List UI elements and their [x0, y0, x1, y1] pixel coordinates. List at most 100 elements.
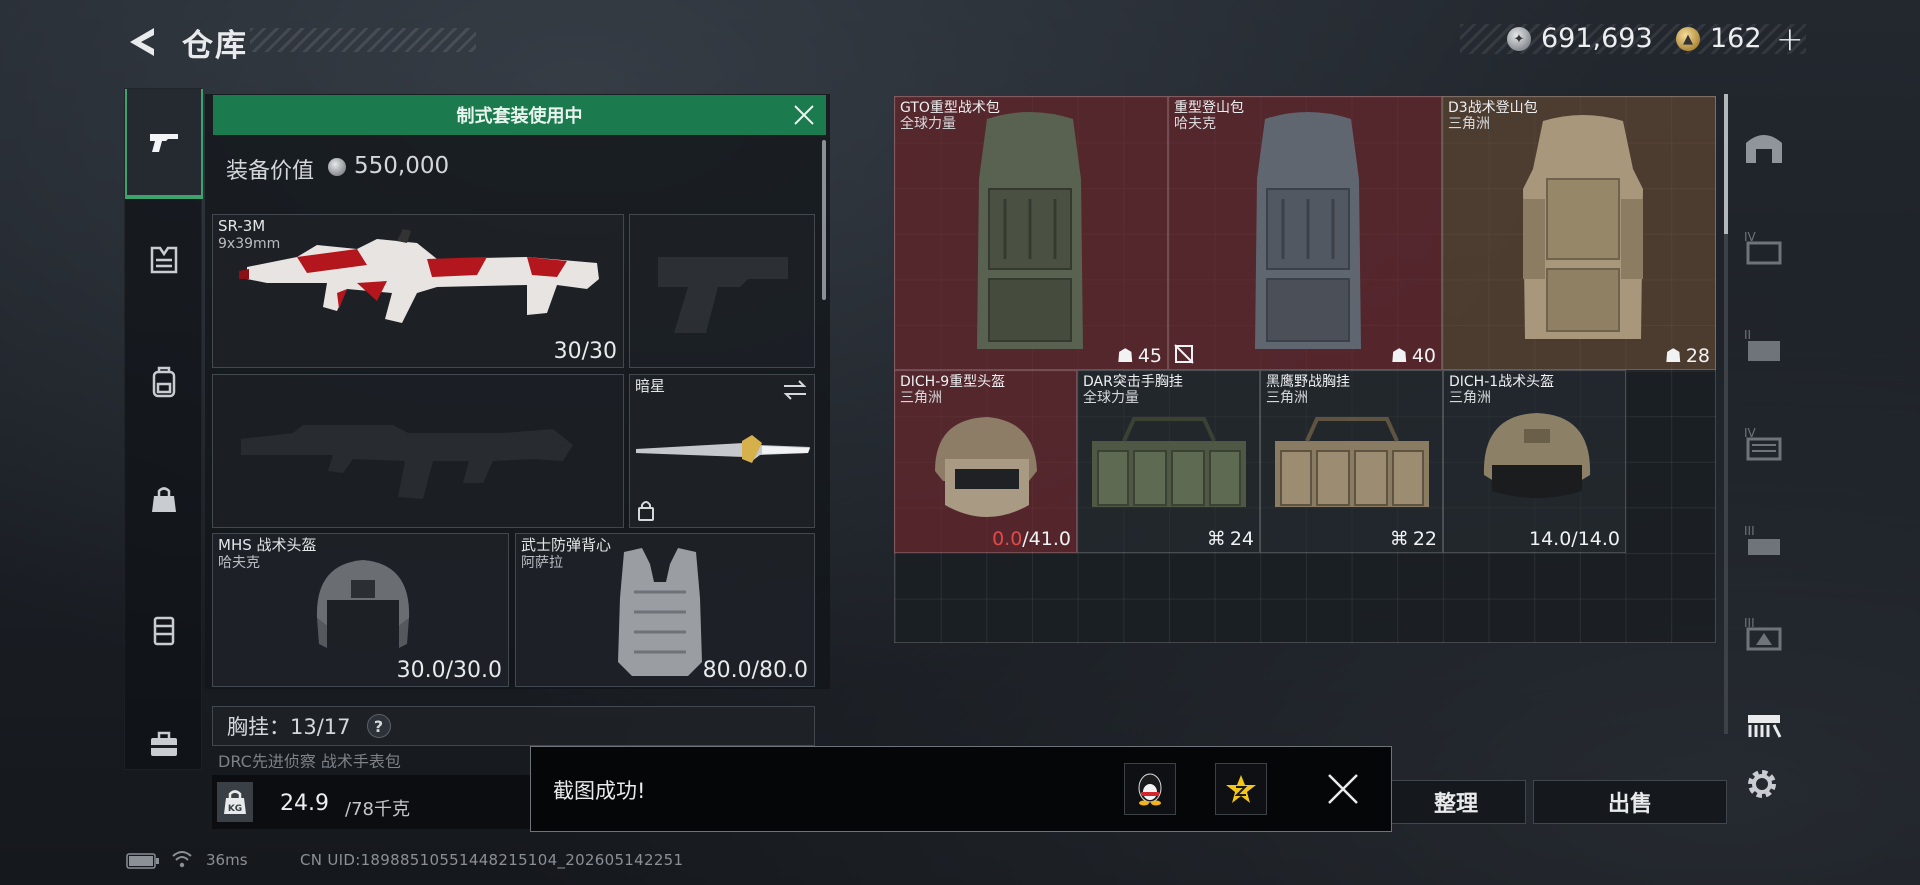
- svg-text:III: III: [1744, 524, 1755, 538]
- item-maker: 全球力量: [1083, 390, 1139, 406]
- page-title: 仓库: [182, 28, 248, 64]
- item-name: GTO重型战术包: [900, 100, 1000, 116]
- rail-weapon-tab[interactable]: [125, 89, 203, 199]
- stash-item-gto-backpack[interactable]: GTO重型战术包 全球力量 ☗ 45: [894, 96, 1168, 370]
- melee-slot[interactable]: 暗星: [629, 374, 815, 528]
- rail-backpack-tab[interactable]: [125, 327, 203, 437]
- share-qzone-button[interactable]: [1215, 763, 1267, 815]
- item-maker: 三角洲: [1449, 390, 1491, 406]
- filter-tier3-box[interactable]: III: [1732, 498, 1796, 584]
- equipment-value-label: 装备价值: [226, 159, 315, 184]
- stash-item-dich1-helmet[interactable]: DICH-1战术头盔 三角洲 14.0/14.0: [1443, 370, 1626, 553]
- sr3m-rifle-image: [239, 229, 599, 323]
- item-maker: 全球力量: [900, 116, 956, 132]
- rail-chest-rig-tab[interactable]: [125, 205, 203, 315]
- sell-button[interactable]: 出售: [1533, 780, 1727, 824]
- rail-toolbox-tab[interactable]: [125, 689, 203, 799]
- help-icon[interactable]: ?: [366, 714, 391, 738]
- hafcoin-icon: ✦: [1507, 27, 1531, 51]
- chest-rig-row[interactable]: 胸挂：13/17 ?: [212, 706, 815, 746]
- kit-banner: 制式套装使用中: [213, 95, 826, 135]
- filter-tier4-box[interactable]: IV: [1732, 400, 1796, 486]
- add-gold-button[interactable]: +: [1776, 19, 1804, 58]
- d3-backpack-image: [1523, 115, 1643, 339]
- capacity-icon: ☗: [1664, 345, 1682, 367]
- item-maker: 三角洲: [1266, 390, 1308, 406]
- pistol-slot[interactable]: [629, 214, 815, 368]
- secondary-weapon-slot[interactable]: [212, 374, 624, 528]
- item-maker: 三角洲: [1448, 116, 1490, 132]
- pistol-icon: [150, 134, 178, 152]
- rail-case-tab[interactable]: [125, 575, 203, 685]
- stash-filter-rail: IV II IV III III: [1732, 94, 1796, 774]
- item-name: 黑鹰野战胸挂: [1266, 374, 1350, 390]
- toast-close-icon[interactable]: [1325, 771, 1361, 807]
- kit-close-icon[interactable]: [790, 101, 818, 129]
- svg-text:II: II: [1744, 328, 1751, 342]
- bag-icon: [152, 487, 176, 512]
- stash-item-mountain-backpack[interactable]: 重型登山包 哈夫克 ☗ 40: [1168, 96, 1442, 370]
- item-value-text: 45: [1137, 345, 1162, 367]
- toast-message: 截图成功!: [553, 779, 646, 803]
- kg-text: KG: [228, 804, 242, 814]
- weight-icon: KG: [217, 782, 253, 822]
- rifle-placeholder-icon: [241, 425, 573, 499]
- gto-backpack-image: [977, 112, 1083, 349]
- chest-rig-capacity: 胸挂：13/17: [227, 715, 351, 739]
- pistol-placeholder-icon: [658, 257, 788, 333]
- filter-tier3-ammo[interactable]: III: [1732, 590, 1796, 676]
- lock-icon: [638, 501, 654, 521]
- stash-item-dich9-helmet[interactable]: DICH-9重型头盔 三角洲 0.0/41.0: [894, 370, 1077, 553]
- back-icon[interactable]: [124, 24, 160, 60]
- stash-item-d3-backpack[interactable]: D3战术登山包 三角洲 ☗ 28: [1442, 96, 1716, 370]
- filter-tier4-case[interactable]: IV: [1732, 204, 1796, 290]
- backpack-icon: [152, 366, 176, 398]
- title-stripe: [250, 28, 476, 52]
- item-durability-current: 0.0: [992, 528, 1023, 550]
- delta-coin-icon: ▲: [1676, 27, 1700, 51]
- chest-rig-icon: [150, 246, 178, 274]
- item-value-text: 28: [1685, 345, 1710, 367]
- item-value: 14.0/14.0: [1528, 528, 1620, 550]
- mhs-helmet-image: [316, 560, 410, 653]
- item-value-text: 24: [1229, 528, 1254, 550]
- dich1-helmet-image: [1483, 413, 1591, 498]
- stash-scrollbar-thumb[interactable]: [1724, 94, 1728, 234]
- item-value: ☗ 40: [1391, 345, 1436, 367]
- loadout-scrollbar[interactable]: [822, 140, 826, 300]
- swap-icon[interactable]: [782, 379, 808, 401]
- item-value: ⌘ 24: [1207, 528, 1254, 550]
- primary-weapon-slot[interactable]: SR-3M 9x39mm 30/30: [212, 214, 624, 368]
- filter-ammo[interactable]: [1732, 682, 1796, 768]
- dich9-helmet-image: [935, 417, 1037, 517]
- helmet-name: MHS 战术头盔: [218, 536, 317, 554]
- helmet-maker: 哈夫克: [218, 555, 260, 571]
- item-name: DICH-9重型头盔: [900, 374, 1006, 390]
- eagle-rig-image: [1275, 417, 1429, 507]
- capacity-icon: ☗: [1116, 345, 1134, 367]
- share-qq-button[interactable]: [1124, 763, 1176, 815]
- item-value-text: 40: [1411, 345, 1436, 367]
- qzone-star-icon: [1226, 775, 1256, 803]
- stash-item-dar-chest-rig[interactable]: DAR突击手胸挂 全球力量 ⌘ 24: [1077, 370, 1260, 553]
- rig-capacity-icon: ⌘: [1206, 528, 1226, 550]
- armor-durability: 80.0/80.0: [702, 658, 808, 683]
- armor-slot[interactable]: 武士防弹背心 阿萨拉 80.0/80.0: [515, 533, 815, 687]
- kettlebell-icon: KG: [224, 790, 246, 814]
- weight-max: /78千克: [345, 799, 410, 820]
- helmet-slot[interactable]: MHS 战术头盔 哈夫克 30.0/30.0: [212, 533, 509, 687]
- dar-rig-image: [1092, 417, 1246, 507]
- item-maker: 三角洲: [900, 390, 942, 406]
- filter-stash-home[interactable]: [1732, 104, 1796, 190]
- armor-name: 武士防弹背心: [521, 536, 612, 554]
- item-value: ☗ 28: [1665, 345, 1710, 367]
- filter-tier2-case[interactable]: II: [1732, 302, 1796, 388]
- item-name: D3战术登山包: [1448, 100, 1538, 116]
- armor-maker: 阿萨拉: [521, 555, 563, 571]
- settings-gear-icon[interactable]: [1742, 764, 1782, 804]
- tier3-ammo-icon: III: [1744, 616, 1782, 651]
- sort-button[interactable]: 整理: [1386, 780, 1526, 824]
- knife-image: [636, 435, 810, 463]
- stash-item-eagle-chest-rig[interactable]: 黑鹰野战胸挂 三角洲 ⌘ 22: [1260, 370, 1443, 553]
- rail-bag-tab[interactable]: [125, 445, 203, 555]
